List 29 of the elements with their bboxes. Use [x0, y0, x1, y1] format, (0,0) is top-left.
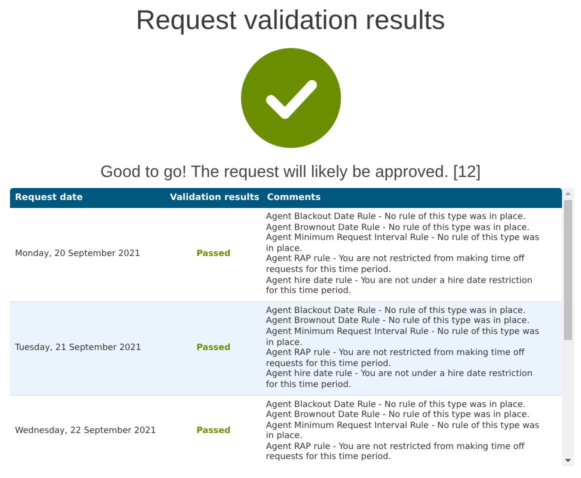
date-cell-text: Tuesday, 21 September 2021 [14, 343, 142, 354]
scroll-up-icon[interactable] [565, 192, 571, 195]
checkmark-icon [240, 48, 340, 148]
result-cell-text: Passed [195, 343, 232, 354]
page-title: Request validation results [136, 4, 446, 36]
scrollbar[interactable] [562, 188, 574, 466]
result-cell-text: Passed [195, 249, 232, 260]
date-cell-text: Monday, 20 September 2021 [14, 249, 142, 260]
comment-text: Agent Brownout Date Rule - No rule of this type was in place. [266, 222, 531, 234]
result-summary: Good to go! The request will likely be approved. [12] [100, 162, 481, 182]
comment-text: Agent Blackout Date Rule - No rule of this type was in place. [266, 306, 527, 316]
comment-text: Agent hire date rule - You are not under a hire date restriction for this time period. [266, 369, 534, 390]
comment-text: Agent hire date rule - You are not under a hire date restriction for this time period. [266, 276, 534, 297]
comment-text: Agent Brownout Date Rule - No rule of this type was in place. [266, 410, 531, 421]
comment-text: Agent Blackout Date Rule - No rule of this type was in place. [266, 400, 527, 410]
comment-text: Agent RAP rule - You are not restricted from making time off requests for this time period. [266, 348, 526, 370]
comment-text: Agent RAP rule - You are not restricted from making time off requests for this time period. [266, 254, 526, 276]
column-header: Request date [14, 193, 84, 203]
comment-text: Agent Minimum Request Interval Rule - No rule of this type was in place. [266, 233, 540, 254]
comment-text: Agent RAP rule - You are not restricted from making time off requests for this time period. [266, 442, 526, 464]
date-cell-text: Wednesday, 22 September 2021 [14, 426, 157, 436]
comment-text: Agent Minimum Request Interval Rule - No rule of this type was in place. [266, 420, 540, 442]
result-cell-text: Passed [195, 426, 232, 436]
scroll-down-icon[interactable] [565, 459, 571, 462]
column-header: Comments [266, 193, 322, 203]
comment-text: Agent Blackout Date Rule - No rule of this type was in place. [266, 212, 527, 223]
comment-text: Agent Minimum Request Interval Rule - No rule of this type was in place. [266, 326, 540, 348]
column-header: Validation results [169, 193, 260, 203]
comment-text: Agent Brownout Date Rule - No rule of this type was in place. [266, 316, 531, 327]
